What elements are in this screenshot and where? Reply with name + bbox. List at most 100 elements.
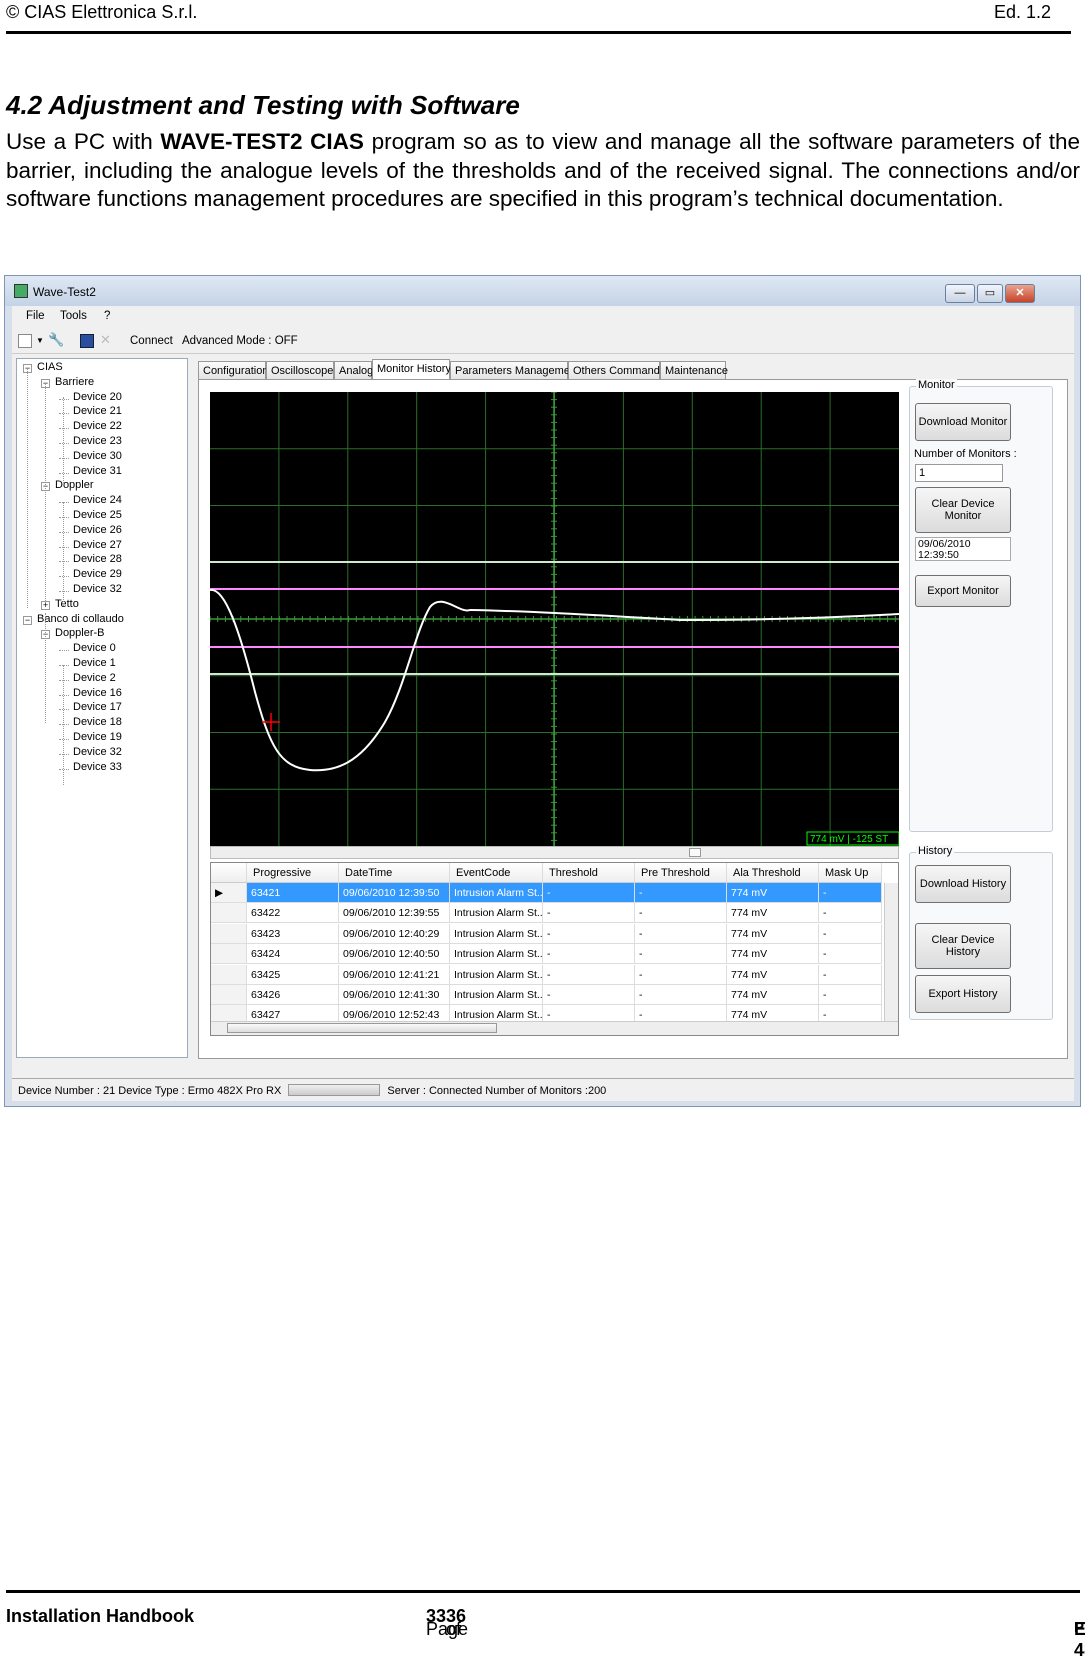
tree-item-device[interactable]: Device 19 — [73, 731, 122, 743]
export-history-button[interactable]: Export History — [915, 975, 1011, 1013]
tree-node-barriere[interactable]: Barriere — [55, 376, 94, 388]
export-monitor-button[interactable]: Export Monitor — [915, 575, 1011, 607]
tree-node-cias[interactable]: CIAS — [37, 361, 63, 373]
column-header[interactable]: Mask Up — [819, 863, 882, 883]
horizontal-scrollbar[interactable] — [210, 846, 899, 859]
table-cell[interactable]: - — [635, 903, 727, 924]
tab-configuration[interactable]: Configuration — [198, 361, 268, 379]
tree-item-device[interactable]: Device 33 — [73, 761, 122, 773]
table-cell[interactable]: Intrusion Alarm St... — [450, 883, 543, 903]
row-selector[interactable] — [211, 903, 247, 924]
row-selector[interactable] — [211, 923, 247, 944]
wrench-icon[interactable]: 🔧 — [48, 332, 64, 347]
table-cell[interactable]: 63423 — [247, 923, 339, 944]
table-cell[interactable]: - — [819, 964, 882, 985]
tree-item-device[interactable]: Device 25 — [73, 509, 122, 521]
tab-analog[interactable]: Analog — [334, 361, 373, 379]
table-cell[interactable]: 774 mV — [727, 903, 819, 924]
menu-help[interactable]: ? — [104, 310, 110, 322]
table-cell[interactable]: Intrusion Alarm St... — [450, 944, 543, 965]
table-cell[interactable]: 63421 — [247, 883, 339, 903]
table-cell[interactable]: - — [543, 923, 635, 944]
table-cell[interactable]: - — [543, 985, 635, 1005]
tree-item-device[interactable]: Device 2 — [73, 672, 116, 684]
table-cell[interactable]: 774 mV — [727, 964, 819, 985]
table-cell[interactable]: - — [819, 923, 882, 944]
row-selector[interactable]: ▶ — [211, 883, 247, 903]
tree-item-device[interactable]: Device 28 — [73, 553, 122, 565]
tree-item-device[interactable]: Device 1 — [73, 657, 116, 669]
table-cell[interactable]: - — [635, 964, 727, 985]
column-header[interactable]: Progressive — [247, 863, 339, 883]
row-selector[interactable] — [211, 964, 247, 985]
tree-node-doppler[interactable]: Doppler — [55, 479, 94, 491]
menu-tools[interactable]: Tools — [60, 310, 87, 322]
table-cell[interactable]: 09/06/2010 12:41:30 — [339, 985, 450, 1005]
tree-node-banco[interactable]: Banco di collaudo — [37, 613, 124, 625]
clear-device-monitor-button[interactable]: Clear Device Monitor — [915, 487, 1011, 533]
new-icon[interactable] — [18, 334, 32, 348]
minimize-button[interactable]: — — [945, 284, 975, 303]
table-cell[interactable]: Intrusion Alarm St... — [450, 985, 543, 1005]
grid-horizontal-scrollbar[interactable] — [211, 1021, 898, 1035]
table-cell[interactable]: Intrusion Alarm St... — [450, 923, 543, 944]
table-cell[interactable]: - — [635, 944, 727, 965]
tab-monitor-history[interactable]: Monitor History — [372, 359, 451, 379]
table-cell[interactable]: - — [819, 903, 882, 924]
expand-toggle-icon[interactable]: − — [23, 615, 32, 625]
table-cell[interactable]: 774 mV — [727, 883, 819, 903]
tree-item-device[interactable]: Device 27 — [73, 539, 122, 551]
tree-item-device[interactable]: Device 30 — [73, 450, 122, 462]
close-button[interactable]: ✕ — [1005, 284, 1035, 303]
table-cell[interactable]: - — [635, 985, 727, 1005]
tree-item-device[interactable]: Device 29 — [73, 568, 122, 580]
table-cell[interactable]: 09/06/2010 12:41:21 — [339, 964, 450, 985]
maximize-button[interactable]: ▭ — [977, 284, 1003, 303]
column-header[interactable]: DateTime — [339, 863, 450, 883]
clear-device-history-button[interactable]: Clear Device History — [915, 923, 1011, 969]
table-cell[interactable]: 774 mV — [727, 944, 819, 965]
table-cell[interactable]: 63422 — [247, 903, 339, 924]
delete-icon[interactable]: ✕ — [100, 332, 114, 347]
tree-item-device[interactable]: Device 20 — [73, 391, 122, 403]
column-header[interactable]: Ala Threshold — [727, 863, 819, 883]
table-cell[interactable]: - — [635, 923, 727, 944]
table-cell[interactable]: 09/06/2010 12:40:29 — [339, 923, 450, 944]
row-selector[interactable] — [211, 985, 247, 1005]
tree-item-device[interactable]: Device 31 — [73, 465, 122, 477]
tree-item-device[interactable]: Device 23 — [73, 435, 122, 447]
download-history-button[interactable]: Download History — [915, 865, 1011, 903]
tree-item-device[interactable]: Device 24 — [73, 494, 122, 506]
tree-item-device[interactable]: Device 17 — [73, 701, 122, 713]
table-cell[interactable]: 63425 — [247, 964, 339, 985]
table-cell[interactable]: Intrusion Alarm St... — [450, 964, 543, 985]
column-header[interactable]: Threshold — [543, 863, 635, 883]
row-header-corner[interactable] — [211, 863, 247, 883]
tree-item-device[interactable]: Device 21 — [73, 405, 122, 417]
column-header[interactable]: Pre Threshold — [635, 863, 727, 883]
table-cell[interactable]: 09/06/2010 12:39:55 — [339, 903, 450, 924]
tab-parameters-management[interactable]: Parameters Management — [450, 361, 579, 379]
table-cell[interactable]: Intrusion Alarm St... — [450, 903, 543, 924]
table-cell[interactable]: 774 mV — [727, 923, 819, 944]
tree-item-device[interactable]: Device 18 — [73, 716, 122, 728]
table-cell[interactable]: - — [543, 903, 635, 924]
table-cell[interactable]: - — [819, 944, 882, 965]
column-header[interactable]: EventCode — [450, 863, 543, 883]
tree-item-device[interactable]: Device 32 — [73, 746, 122, 758]
table-cell[interactable]: 63426 — [247, 985, 339, 1005]
tab-maintenance[interactable]: Maintenance — [660, 361, 728, 379]
save-icon[interactable] — [80, 334, 94, 348]
tree-item-device[interactable]: Device 22 — [73, 420, 122, 432]
table-cell[interactable]: - — [635, 883, 727, 903]
table-cell[interactable]: 63424 — [247, 944, 339, 965]
table-cell[interactable]: 09/06/2010 12:40:50 — [339, 944, 450, 965]
tab-others-commands[interactable]: Others Commands — [568, 361, 665, 379]
vertical-scrollbar[interactable] — [884, 883, 898, 1023]
row-selector[interactable] — [211, 944, 247, 965]
download-monitor-button[interactable]: Download Monitor — [915, 403, 1011, 441]
tree-node-doppler-b[interactable]: Doppler-B — [55, 627, 105, 639]
tree-item-device[interactable]: Device 16 — [73, 687, 122, 699]
table-cell[interactable]: 09/06/2010 12:39:50 — [339, 883, 450, 903]
table-cell[interactable]: - — [543, 883, 635, 903]
